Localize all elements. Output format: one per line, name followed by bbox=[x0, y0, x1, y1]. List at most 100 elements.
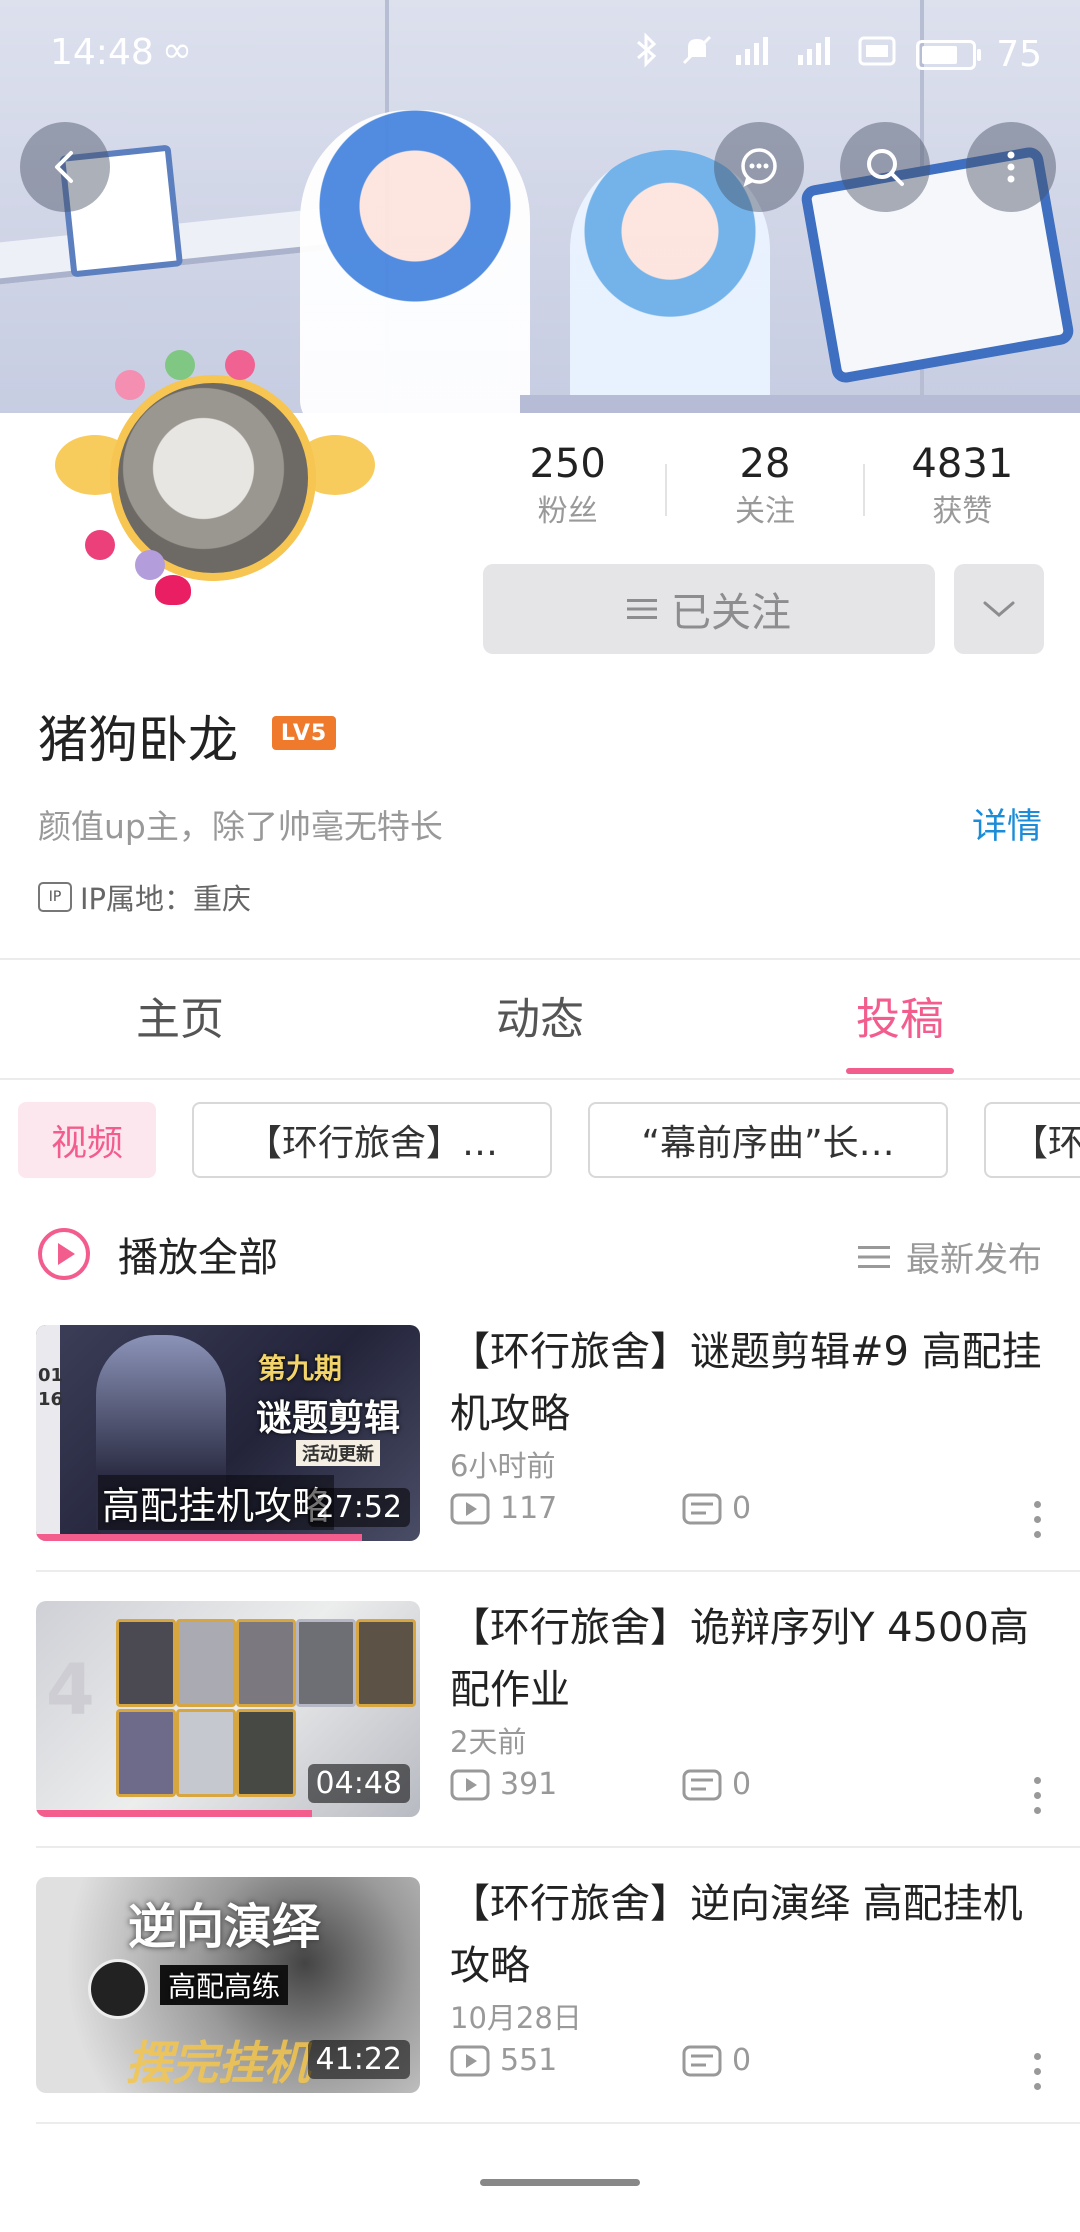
hd-icon bbox=[858, 34, 896, 75]
video-thumbnail[interactable]: 逆向演绎 高配高练 摆完挂机 41:22 bbox=[36, 1877, 420, 2093]
details-link[interactable]: 详情 bbox=[972, 798, 1042, 849]
comment-count: 0 bbox=[732, 1767, 752, 1802]
video-title[interactable]: 【环行旅舍】诡辩序列Y 4500高配作业 bbox=[450, 1597, 1050, 1721]
thumb-text: 活动更新 bbox=[296, 1440, 380, 1466]
sort-button[interactable]: 最新发布 bbox=[858, 1232, 1042, 1281]
more-button[interactable] bbox=[966, 122, 1056, 212]
followed-button-label: 已关注 bbox=[671, 590, 791, 636]
thumb-text: 4 bbox=[46, 1649, 95, 1731]
view-count: 117 bbox=[500, 1491, 558, 1526]
bio: 颜值up主，除了帅毫无特长 bbox=[38, 807, 443, 846]
mute-icon bbox=[680, 33, 714, 76]
avatar-frame-heart bbox=[155, 575, 191, 605]
video-more-button[interactable] bbox=[1034, 1777, 1042, 1817]
thumb-card bbox=[236, 1619, 296, 1707]
stat-label: 获赞 bbox=[932, 494, 993, 529]
thumb-calendar-strip bbox=[36, 1325, 60, 1541]
avatar-frame-flower bbox=[135, 550, 165, 580]
followed-button[interactable]: 已关注 bbox=[483, 564, 935, 654]
video-time: 10月28日 bbox=[450, 2001, 582, 2035]
menu-lines-icon bbox=[627, 599, 657, 619]
avatar[interactable] bbox=[110, 375, 316, 581]
stat-value: 250 bbox=[529, 441, 606, 487]
search-icon bbox=[867, 149, 904, 186]
divider bbox=[0, 1078, 1080, 1080]
stat-value: 4831 bbox=[911, 441, 1014, 487]
thumb-card bbox=[176, 1709, 236, 1797]
play-count-icon bbox=[450, 1769, 490, 1800]
back-button[interactable] bbox=[20, 122, 110, 212]
video-item[interactable]: 4 04:48 【环行旅舍】诡辩序列Y 4500高配作业 2天前 391 0 bbox=[0, 1601, 1080, 1877]
tab-dynamics[interactable]: 动态 bbox=[360, 962, 720, 1078]
chip-collection[interactable]: 【环 bbox=[984, 1102, 1080, 1178]
play-count-icon bbox=[450, 2045, 490, 2076]
chevron-down-icon bbox=[983, 601, 1015, 617]
stat-value: 28 bbox=[739, 441, 791, 487]
video-thumbnail[interactable]: 01 16 第九期 谜题剪辑 活动更新 高配挂机攻略 27:52 bbox=[36, 1325, 420, 1541]
back-icon bbox=[55, 151, 73, 183]
status-time: 14:48 bbox=[50, 32, 154, 73]
video-time: 6小时前 bbox=[450, 1449, 556, 1483]
video-thumbnail[interactable]: 4 04:48 bbox=[36, 1601, 420, 1817]
video-meta: 117 0 bbox=[450, 1491, 914, 1526]
more-vertical-icon bbox=[1007, 151, 1015, 183]
thumb-card bbox=[296, 1619, 356, 1707]
tab-home[interactable]: 主页 bbox=[0, 962, 360, 1078]
home-indicator[interactable] bbox=[480, 2179, 640, 2186]
stat-fans[interactable]: 250 粉丝 bbox=[470, 438, 665, 538]
comment-count: 0 bbox=[732, 1491, 752, 1526]
stat-likes[interactable]: 4831 获赞 bbox=[865, 438, 1060, 538]
sort-lines-icon bbox=[858, 1245, 890, 1268]
level-badge: LV5 bbox=[272, 716, 336, 750]
thumb-text: 谜题剪辑 bbox=[256, 1398, 401, 1439]
comment-count: 0 bbox=[732, 2043, 752, 2078]
battery-icon bbox=[916, 39, 982, 70]
comment-icon bbox=[682, 1493, 722, 1524]
video-more-button[interactable] bbox=[1034, 2053, 1042, 2093]
video-more-button[interactable] bbox=[1034, 1501, 1042, 1541]
ip-location: IP IP属地：重庆 bbox=[38, 876, 251, 918]
stat-label: 关注 bbox=[734, 494, 795, 529]
view-count: 551 bbox=[500, 2043, 558, 2078]
video-title[interactable]: 【环行旅舍】谜题剪辑#9 高配挂机攻略 bbox=[450, 1321, 1050, 1445]
signal-4g-icon bbox=[734, 33, 776, 76]
play-circle-icon bbox=[38, 1228, 90, 1280]
stat-following[interactable]: 28 关注 bbox=[667, 438, 862, 538]
play-all-button[interactable]: 播放全部 bbox=[36, 1222, 278, 1286]
tab-submissions[interactable]: 投稿 bbox=[720, 962, 1080, 1078]
thumb-text: 16 bbox=[38, 1389, 64, 1410]
thumb-card bbox=[116, 1709, 176, 1797]
profile-stats: 250 粉丝 28 关注 4831 获赞 bbox=[470, 438, 1060, 538]
thumb-text: 第九期 bbox=[258, 1352, 343, 1385]
profile-tabs: 主页 动态 投稿 bbox=[0, 962, 1080, 1078]
signal-4g-plus-icon bbox=[796, 33, 838, 76]
message-button[interactable] bbox=[714, 122, 804, 212]
video-duration: 27:52 bbox=[307, 1488, 410, 1527]
chip-collection[interactable]: “幕前序曲”长… bbox=[588, 1102, 948, 1178]
divider bbox=[36, 1846, 1080, 1848]
thumb-card bbox=[116, 1619, 176, 1707]
follow-dropdown-button[interactable] bbox=[954, 564, 1044, 654]
thumb-card bbox=[356, 1619, 416, 1707]
battery-percent: 75 bbox=[996, 34, 1042, 75]
avatar-with-frame[interactable] bbox=[55, 330, 375, 610]
username: 猪狗卧龙 bbox=[38, 711, 238, 769]
comment-icon bbox=[682, 1769, 722, 1800]
video-title[interactable]: 【环行旅舍】逆向演绎 高配挂机攻略 bbox=[450, 1873, 1050, 1997]
watch-progress bbox=[36, 1534, 363, 1541]
video-item[interactable]: 01 16 第九期 谜题剪辑 活动更新 高配挂机攻略 27:52 【环行旅舍】谜… bbox=[0, 1325, 1080, 1601]
watch-progress bbox=[36, 1810, 313, 1817]
message-icon bbox=[741, 148, 777, 187]
divider bbox=[36, 2122, 1080, 2124]
avatar-frame-flower bbox=[165, 350, 195, 380]
divider bbox=[36, 1570, 1080, 1572]
video-duration: 41:22 bbox=[307, 2040, 410, 2079]
thumb-text: 摆完挂机 bbox=[126, 2036, 310, 2090]
thumb-text: 高配高练 bbox=[160, 1965, 289, 2005]
view-count: 391 bbox=[500, 1767, 558, 1802]
video-item[interactable]: 逆向演绎 高配高练 摆完挂机 41:22 【环行旅舍】逆向演绎 高配挂机攻略 1… bbox=[0, 1877, 1080, 2153]
thumb-card bbox=[236, 1709, 296, 1797]
chip-videos[interactable]: 视频 bbox=[18, 1102, 156, 1178]
chip-collection[interactable]: 【环行旅舍】… bbox=[192, 1102, 552, 1178]
search-button[interactable] bbox=[840, 122, 930, 212]
